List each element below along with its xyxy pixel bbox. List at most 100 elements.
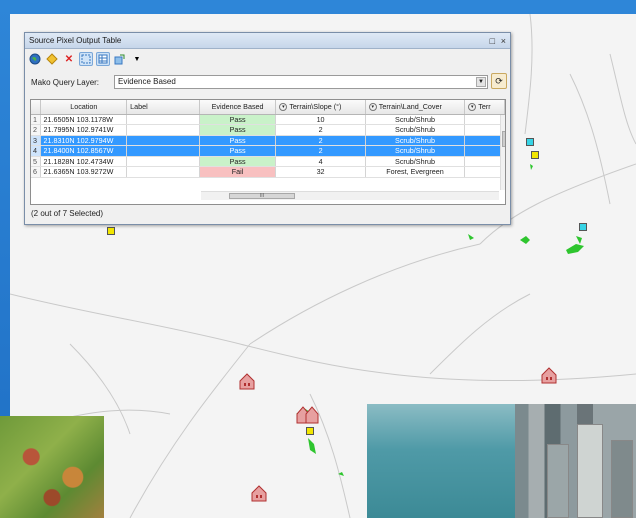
scroll-thumb[interactable]: III — [229, 193, 295, 199]
table-row[interactable]: 3 21.8310N 102.9794W Pass 2 Scrub/Shrub — [31, 135, 505, 146]
query-layer-bar: Mako Query Layer: Evidence Based ▼ ⟳ — [25, 69, 510, 95]
row-number[interactable]: 6 — [31, 166, 42, 178]
label-cell[interactable] — [126, 166, 200, 178]
city-3d-thumbnail — [367, 404, 636, 518]
building — [611, 440, 633, 518]
terr-cell[interactable] — [464, 124, 505, 136]
column-header-label: Label — [130, 102, 148, 112]
close-window-button[interactable]: × — [501, 33, 506, 49]
terr-cell[interactable] — [464, 135, 505, 146]
house-icon[interactable] — [238, 372, 256, 390]
house-icon[interactable] — [540, 366, 558, 384]
row-number[interactable]: 1 — [31, 114, 42, 125]
table-row[interactable]: 5 21.1828N 102.4734W Pass 4 Scrub/Shrub — [31, 156, 505, 167]
query-refresh-button[interactable]: ⟳ — [491, 73, 507, 89]
building — [577, 424, 603, 518]
column-header-location[interactable]: Location — [40, 100, 128, 115]
scroll-grip: III — [259, 193, 265, 199]
refresh-icon: ⟳ — [495, 76, 503, 86]
column-header-terr[interactable]: ▾ Terr — [464, 100, 505, 115]
evidence-cell[interactable]: Pass — [199, 145, 277, 157]
column-header-label: Evidence Based — [211, 102, 264, 112]
output-table: Location Label Evidence Based ▾ Terrain\S… — [30, 99, 506, 205]
land-cover-cell[interactable]: Scrub/Shrub — [365, 114, 466, 125]
location-cell[interactable]: 21.8310N 102.9794W — [40, 135, 128, 146]
house-icon[interactable] — [250, 484, 268, 502]
evidence-cell[interactable]: Pass — [199, 114, 277, 125]
column-header-label[interactable]: Label — [126, 100, 200, 115]
slope-cell[interactable]: 2 — [275, 135, 366, 146]
row-number[interactable]: 2 — [31, 124, 42, 136]
layer-icon: ▾ — [279, 103, 288, 112]
query-layer-value: Evidence Based — [118, 77, 176, 86]
window-titlebar[interactable]: Source Pixel Output Table □ × — [25, 33, 510, 49]
diamond-icon[interactable] — [45, 52, 59, 66]
slope-cell[interactable]: 2 — [275, 145, 366, 157]
table-row[interactable]: 2 21.7995N 102.9741W Pass 2 Scrub/Shrub — [31, 124, 505, 136]
land-cover-cell[interactable]: Scrub/Shrub — [365, 145, 466, 157]
location-cell[interactable]: 21.8400N 102.8567W — [40, 145, 128, 157]
label-cell[interactable] — [126, 145, 200, 157]
row-number[interactable]: 4 — [31, 145, 42, 157]
slope-cell[interactable]: 2 — [275, 124, 366, 136]
evidence-cell[interactable]: Pass — [199, 135, 277, 146]
select-icon[interactable] — [79, 52, 93, 66]
location-cell[interactable]: 21.1828N 102.4734W — [40, 156, 128, 167]
slope-cell[interactable]: 4 — [275, 156, 366, 167]
column-header-label: Location — [70, 102, 98, 112]
label-cell[interactable] — [126, 124, 200, 136]
table-row[interactable]: 1 21.6505N 103.1178W Pass 10 Scrub/Shrub — [31, 114, 505, 125]
evidence-cell[interactable]: Fail — [199, 166, 277, 178]
source-pixel-output-window: Source Pixel Output Table □ × ✕ ▼ Mako Q… — [24, 32, 511, 225]
land-cover-cell[interactable]: Scrub/Shrub — [365, 124, 466, 136]
terr-cell[interactable] — [464, 166, 505, 178]
column-header-label: Terrain\Land_Cover — [378, 102, 442, 112]
land-cover-cell[interactable]: Forest, Evergreen — [365, 166, 466, 178]
toolbar: ✕ ▼ — [25, 49, 510, 69]
location-cell[interactable]: 21.6365N 103.9272W — [40, 166, 128, 178]
dropdown-arrow-icon[interactable]: ▼ — [130, 52, 144, 66]
window-title: Source Pixel Output Table — [29, 36, 122, 45]
evidence-cell[interactable]: Pass — [199, 124, 277, 136]
terrain-thumbnail — [0, 416, 104, 518]
land-cover-cell[interactable]: Scrub/Shrub — [365, 156, 466, 167]
table-row[interactable]: 4 21.8400N 102.8567W Pass 2 Scrub/Shrub — [31, 145, 505, 157]
selection-status: (2 out of 7 Selected) — [31, 209, 104, 218]
label-cell[interactable] — [126, 135, 200, 146]
evidence-cell[interactable]: Pass — [199, 156, 277, 167]
terr-cell[interactable] — [464, 156, 505, 167]
vertical-scrollbar[interactable] — [500, 115, 505, 190]
horizontal-scrollbar[interactable]: III — [201, 191, 499, 200]
layer-icon: ▾ — [368, 103, 377, 112]
globe-icon[interactable] — [28, 52, 42, 66]
column-header-land-cover[interactable]: ▾ Terrain\Land_Cover — [365, 100, 466, 115]
slope-cell[interactable]: 10 — [275, 114, 366, 125]
terr-cell[interactable] — [464, 145, 505, 157]
table-header-row: Location Label Evidence Based ▾ Terrain\S… — [31, 100, 505, 115]
label-cell[interactable] — [126, 156, 200, 167]
house-cluster-icon[interactable] — [296, 404, 320, 424]
pin-window-button[interactable]: □ — [490, 33, 495, 49]
location-cell[interactable]: 21.7995N 102.9741W — [40, 124, 128, 136]
building — [547, 444, 569, 518]
label-cell[interactable] — [126, 114, 200, 125]
land-cover-cell[interactable]: Scrub/Shrub — [365, 135, 466, 146]
data-grid: Location Label Evidence Based ▾ Terrain\S… — [31, 100, 505, 178]
query-layer-label: Mako Query Layer: — [31, 77, 100, 87]
column-header-label: Terrain\Slope (°) — [289, 102, 342, 112]
query-layer-select[interactable]: Evidence Based ▼ — [114, 75, 488, 89]
chevron-down-icon[interactable]: ▼ — [476, 77, 486, 87]
terr-cell[interactable] — [464, 114, 505, 125]
table-icon[interactable] — [96, 52, 110, 66]
table-row[interactable]: 6 21.6365N 103.9272W Fail 32 Forest, Evergre… — [31, 166, 505, 178]
row-number[interactable]: 3 — [31, 135, 42, 146]
scroll-thumb[interactable] — [502, 131, 505, 147]
slope-cell[interactable]: 32 — [275, 166, 366, 178]
row-number[interactable]: 5 — [31, 156, 42, 167]
column-header-label: Terr — [478, 102, 491, 112]
column-header-evidence[interactable]: Evidence Based — [199, 100, 277, 115]
column-header-slope[interactable]: ▾ Terrain\Slope (°) — [275, 100, 366, 115]
export-icon[interactable] — [113, 52, 127, 66]
delete-icon[interactable]: ✕ — [62, 52, 76, 66]
location-cell[interactable]: 21.6505N 103.1178W — [40, 114, 128, 125]
